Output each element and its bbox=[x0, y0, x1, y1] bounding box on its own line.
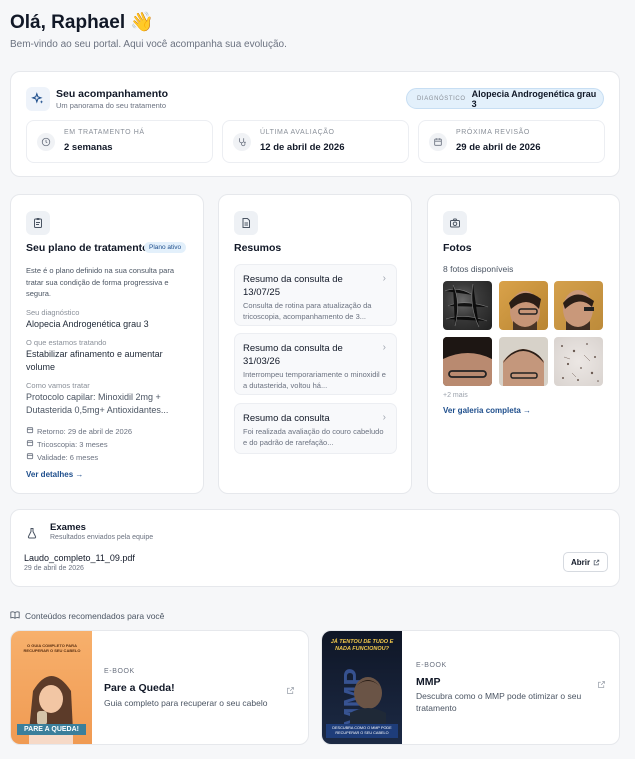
hairline-photo[interactable] bbox=[443, 337, 492, 386]
ebook-type: E-BOOK bbox=[416, 662, 447, 669]
plan-title: Seu plano de tratamento bbox=[26, 242, 149, 254]
stat-label: ÚLTIMA AVALIAÇÃO bbox=[260, 129, 335, 136]
forehead-photo[interactable] bbox=[499, 337, 548, 386]
diagnosis-badge-label: DIAGNÓSTICO bbox=[417, 95, 466, 102]
plan-validity: Validade: 6 meses bbox=[26, 452, 98, 462]
external-link-icon bbox=[593, 553, 600, 571]
summary-desc: Consulta de rotina para atualização da t… bbox=[243, 301, 372, 321]
plan-treating-label: O que estamos tratando bbox=[26, 338, 107, 347]
stat-value: 29 de abril de 2026 bbox=[456, 142, 541, 153]
summary-desc: Interrompeu temporariamente o minoxidil … bbox=[243, 370, 386, 390]
clipboard-icon bbox=[26, 211, 50, 235]
external-link-icon[interactable] bbox=[286, 682, 295, 700]
scalp-photo[interactable] bbox=[443, 281, 492, 330]
ebook-cover: JÁ TENTOU DE TUDO E NADA FUNCIONOU? MMP … bbox=[322, 631, 402, 744]
page-subtitle: Bem-vindo ao seu portal. Aqui você acomp… bbox=[10, 39, 287, 50]
cover-bottom-text: DESCUBRA COMO O MMP PODE RECUPERAR O SEU… bbox=[326, 724, 398, 738]
stat-label: EM TRATAMENTO HÁ bbox=[64, 129, 145, 136]
ebook-desc: Descubra como o MMP pode otimizar o seu … bbox=[416, 691, 582, 713]
plan-treating-value: Estabilizar afinamento e aumentar volume bbox=[26, 349, 163, 372]
plan-diagnosis-label: Seu diagnóstico bbox=[26, 308, 80, 317]
summary-item[interactable]: Resumo da consulta de 31/03/26 Interromp… bbox=[234, 333, 397, 395]
head-side-photo[interactable] bbox=[499, 281, 548, 330]
cover-title: PARE A QUEDA! bbox=[17, 724, 86, 735]
exams-subtitle: Resultados enviados pela equipe bbox=[50, 534, 154, 541]
ebook-type: E-BOOK bbox=[104, 668, 135, 675]
photos-card: Fotos 8 fotos disponíveis +2 mais Ver ga… bbox=[427, 194, 620, 494]
calendar-icon bbox=[26, 426, 34, 436]
summary-title: Resumo da consulta bbox=[243, 413, 330, 424]
recommended-header: Conteúdos recomendados para você bbox=[10, 607, 164, 625]
ebook-title: Pare a Queda! bbox=[104, 682, 175, 694]
exam-file-name[interactable]: Laudo_completo_11_09.pdf bbox=[24, 553, 135, 563]
gallery-link[interactable]: Ver galeria completa → bbox=[443, 406, 531, 415]
flask-icon bbox=[26, 526, 38, 544]
tracking-title: Seu acompanhamento bbox=[56, 88, 169, 100]
diagnosis-badge: DIAGNÓSTICO Alopecia Androgenética grau … bbox=[406, 88, 604, 109]
calendar-icon bbox=[429, 133, 447, 151]
photos-title: Fotos bbox=[443, 242, 472, 254]
document-icon bbox=[234, 211, 258, 235]
trichoscopy-photo[interactable] bbox=[554, 337, 603, 386]
stat-next-review: PRÓXIMA REVISÃO 29 de abril de 2026 bbox=[418, 120, 605, 163]
plan-description: Este é o plano definido na sua consulta … bbox=[26, 266, 175, 298]
plan-how-value: Protocolo capilar: Minoxidil 2mg + Dutas… bbox=[26, 392, 169, 415]
summary-title: Resumo da consulta de 13/07/25 bbox=[243, 274, 343, 298]
ebook-desc: Guia completo para recuperar o seu cabel… bbox=[104, 698, 268, 708]
tracking-card: Seu acompanhamento Um panorama do seu tr… bbox=[10, 71, 620, 177]
chevron-right-icon: › bbox=[382, 412, 386, 423]
page-title: Olá, Raphael 👋 bbox=[10, 12, 155, 33]
page-header: Olá, Raphael 👋 Bem-vindo ao seu portal. … bbox=[10, 10, 287, 50]
summary-item[interactable]: Resumo da consulta de 13/07/25 Consulta … bbox=[234, 264, 397, 326]
ebook-title: MMP bbox=[416, 676, 441, 688]
summary-item[interactable]: Resumo da consulta Foi realizada avaliaç… bbox=[234, 403, 397, 454]
plan-tricoscopia: Tricoscopia: 3 meses bbox=[26, 439, 108, 449]
plan-diagnosis-value: Alopecia Androgenética grau 3 bbox=[26, 319, 149, 329]
photos-more: +2 mais bbox=[443, 392, 468, 399]
stat-in-treatment: EM TRATAMENTO HÁ 2 semanas bbox=[26, 120, 213, 163]
ebook-card[interactable]: JÁ TENTOU DE TUDO E NADA FUNCIONOU? MMP … bbox=[321, 630, 620, 745]
stat-last-evaluation: ÚLTIMA AVALIAÇÃO 12 de abril de 2026 bbox=[222, 120, 409, 163]
recommended-title: Conteúdos recomendados para você bbox=[25, 611, 165, 621]
sparkle-icon bbox=[26, 87, 50, 111]
plan-card: Seu plano de tratamento Plano ativo Este… bbox=[10, 194, 204, 494]
stat-value: 12 de abril de 2026 bbox=[260, 142, 345, 153]
chevron-right-icon: › bbox=[382, 273, 386, 284]
chevron-right-icon: › bbox=[382, 342, 386, 353]
ebook-cover: O GUIA COMPLETO PARA RECUPERAR O SEU CAB… bbox=[11, 631, 92, 744]
clock-icon bbox=[37, 133, 55, 151]
stethoscope-icon bbox=[233, 133, 251, 151]
tracking-subtitle: Um panorama do seu tratamento bbox=[56, 101, 167, 110]
open-exam-label: Abrir bbox=[570, 557, 591, 567]
book-icon bbox=[10, 607, 20, 625]
summaries-title: Resumos bbox=[234, 242, 282, 254]
calendar-icon bbox=[26, 452, 34, 462]
external-link-icon[interactable] bbox=[597, 676, 606, 694]
exams-title: Exames bbox=[50, 522, 86, 533]
camera-icon bbox=[443, 211, 467, 235]
diagnosis-badge-value: Alopecia Androgenética grau 3 bbox=[471, 88, 597, 109]
photos-count: 8 fotos disponíveis bbox=[443, 264, 514, 274]
exam-file-date: 29 de abril de 2026 bbox=[24, 565, 84, 572]
exams-card: Exames Resultados enviados pela equipe L… bbox=[10, 509, 620, 587]
ebook-card[interactable]: O GUIA COMPLETO PARA RECUPERAR O SEU CAB… bbox=[10, 630, 309, 745]
plan-how-label: Como vamos tratar bbox=[26, 381, 90, 390]
summaries-card: Resumos Resumo da consulta de 13/07/25 C… bbox=[218, 194, 412, 494]
plan-return: Retorno: 29 de abril de 2026 bbox=[26, 426, 132, 436]
plan-details-link[interactable]: Ver detalhes → bbox=[26, 470, 83, 479]
head-profile-photo[interactable] bbox=[554, 281, 603, 330]
plan-status-badge: Plano ativo bbox=[144, 242, 187, 253]
wave-icon: 👋 bbox=[130, 12, 155, 33]
summary-title: Resumo da consulta de 31/03/26 bbox=[243, 343, 343, 367]
stat-label: PRÓXIMA REVISÃO bbox=[456, 129, 530, 136]
summary-desc: Foi realizada avaliação do couro cabelud… bbox=[243, 427, 384, 447]
stat-value: 2 semanas bbox=[64, 142, 113, 153]
calendar-icon bbox=[26, 439, 34, 449]
open-exam-button[interactable]: Abrir bbox=[563, 552, 608, 572]
